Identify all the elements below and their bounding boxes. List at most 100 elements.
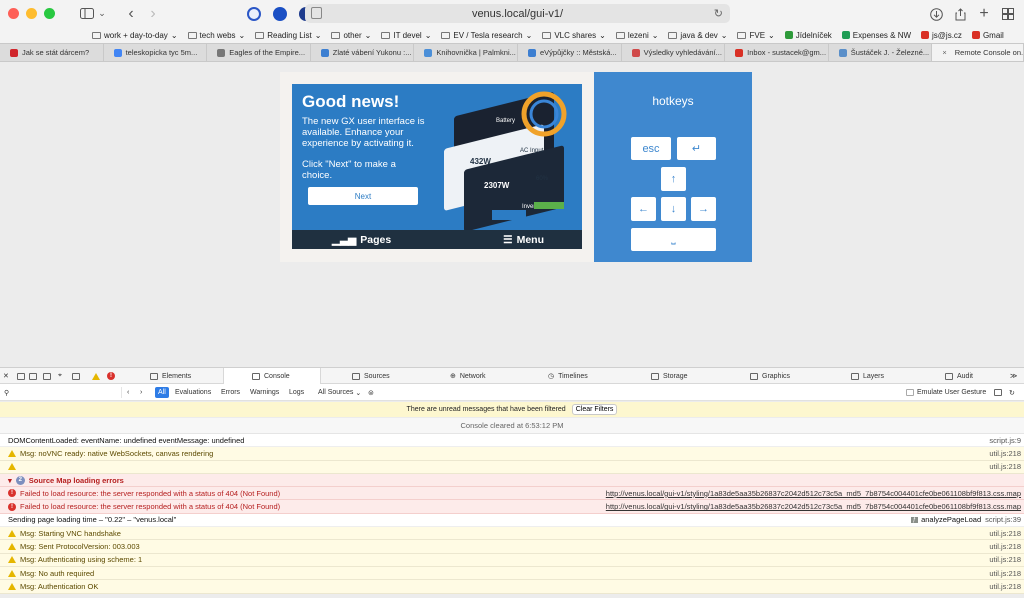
warning-count-icon[interactable] xyxy=(92,368,100,384)
down-key-button[interactable]: ↓ xyxy=(661,197,686,221)
dock-bottom-icon[interactable] xyxy=(17,368,25,384)
downloads-icon[interactable] xyxy=(926,4,946,24)
left-key-button[interactable]: ← xyxy=(631,197,656,221)
space-key-button[interactable]: ⎵ xyxy=(631,228,716,251)
log-source-link[interactable]: http://venus.local/gui-v1/styling/1a83de… xyxy=(606,500,1021,512)
tab-audit[interactable]: Audit xyxy=(945,368,973,384)
log-source-link[interactable]: util.js:218 xyxy=(989,554,1021,566)
filter-input[interactable]: ⚲ xyxy=(4,387,122,398)
undock-icon[interactable] xyxy=(43,368,51,384)
clear-console-icon[interactable]: ↻ xyxy=(1009,387,1015,398)
log-row[interactable]: DOMContentLoaded: eventName: undefined e… xyxy=(0,434,1024,448)
clear-filters-button[interactable]: Clear Filters xyxy=(571,404,618,415)
browser-tab[interactable]: Šustáček J. - Železné... xyxy=(829,44,933,61)
zoom-window-button[interactable] xyxy=(44,8,55,19)
close-tab-icon[interactable]: × xyxy=(942,48,946,57)
browser-tab[interactable]: eVýpůjčky :: Městská... xyxy=(518,44,622,61)
sidebar-toggle-icon[interactable] xyxy=(77,4,97,24)
inspect-target-icon[interactable]: ⌖ xyxy=(58,368,62,384)
function-name[interactable]: analyzePageLoad xyxy=(921,515,981,524)
warning-row[interactable]: Msg: Authentication OK util.js:218 xyxy=(0,580,1024,594)
bookmark-folder[interactable]: lezeni ⌄ xyxy=(615,31,658,40)
error-row[interactable]: ! Failed to load resource: the server res… xyxy=(0,500,1024,514)
error-row[interactable]: ! Failed to load resource: the server res… xyxy=(0,487,1024,501)
tab-storage[interactable]: Storage xyxy=(651,368,688,384)
bookmark-link[interactable]: Expenses & NW xyxy=(841,31,911,40)
tab-network[interactable]: ⊕ Network xyxy=(450,368,486,384)
log-source-link[interactable]: util.js:218 xyxy=(989,461,1021,473)
reload-icon[interactable]: ↻ xyxy=(714,7,723,20)
bookmark-link[interactable]: Gmail xyxy=(971,31,1004,40)
menu-button[interactable]: ☰ Menu xyxy=(503,234,544,246)
bookmark-folder[interactable]: tech webs ⌄ xyxy=(187,31,245,40)
tab-layers[interactable]: Layers xyxy=(851,368,884,384)
tab-elements[interactable]: Elements xyxy=(150,368,191,384)
warning-row[interactable]: Msg: Sent ProtocolVersion: 003.003 util.… xyxy=(0,540,1024,554)
nav-forward-icon[interactable]: › xyxy=(140,387,142,398)
browser-tab-active[interactable]: × Remote Console on... xyxy=(932,44,1024,61)
tab-timelines[interactable]: ◷ Timelines xyxy=(548,368,588,384)
filter-all-button[interactable]: All xyxy=(155,387,169,398)
warning-row[interactable]: Msg: No auth required util.js:218 xyxy=(0,566,1024,581)
browser-tab[interactable]: teleskopicka tyc 5m... xyxy=(104,44,208,61)
log-source-link[interactable]: script.js:9 xyxy=(989,434,1021,446)
minimize-window-button[interactable] xyxy=(26,8,37,19)
disclosure-triangle-icon[interactable]: ▾ xyxy=(8,476,12,485)
log-source-link[interactable]: util.js:218 xyxy=(989,527,1021,539)
forward-button[interactable]: › xyxy=(143,4,163,24)
back-button[interactable]: ‹ xyxy=(121,4,141,24)
close-devtools-icon[interactable]: ✕ xyxy=(3,368,9,384)
log-source-link[interactable]: http://venus.local/gui-v1/styling/1a83de… xyxy=(606,487,1021,499)
esc-key-button[interactable]: esc xyxy=(631,137,671,160)
preserve-log-icon[interactable]: ⊜ xyxy=(368,387,374,398)
bookmark-folder[interactable]: IT devel ⌄ xyxy=(381,31,431,40)
browser-tab[interactable]: Inbox - sustacek@gm... xyxy=(725,44,829,61)
nav-back-icon[interactable]: ‹ xyxy=(127,387,129,398)
bookmark-folder[interactable]: Reading List ⌄ xyxy=(255,31,321,40)
extension-gear-icon[interactable] xyxy=(247,6,261,21)
bookmark-folder[interactable]: EV / Tesla research ⌄ xyxy=(441,31,532,40)
sources-dropdown[interactable]: All Sources ⌄ xyxy=(318,387,361,398)
share-icon[interactable] xyxy=(950,4,970,24)
device-icon[interactable] xyxy=(72,368,80,384)
filter-evaluations-button[interactable]: Evaluations xyxy=(175,387,211,398)
bookmark-folder[interactable]: VLC shares ⌄ xyxy=(542,31,606,40)
close-window-button[interactable] xyxy=(8,8,19,19)
extension-check-icon[interactable] xyxy=(273,6,287,21)
source-file[interactable]: script.js:39 xyxy=(985,515,1021,524)
warning-row[interactable]: Msg: Starting VNC handshake util.js:218 xyxy=(0,527,1024,541)
browser-tab[interactable]: Zlaté vábení Yukonu :... xyxy=(311,44,415,61)
log-source-link[interactable]: util.js:218 xyxy=(989,567,1021,579)
warning-row[interactable]: Msg: noVNC ready: native WebSockets, can… xyxy=(0,447,1024,461)
log-row[interactable]: Sending page loading time – "0.22" – "ve… xyxy=(0,513,1024,528)
up-key-button[interactable]: ↑ xyxy=(661,167,686,191)
warning-row[interactable]: Msg: Authenticating using scheme: 1 util… xyxy=(0,553,1024,567)
console-settings-icon[interactable] xyxy=(994,387,1002,398)
bookmark-folder[interactable]: FVE ⌄ xyxy=(737,31,775,40)
log-source-link[interactable]: util.js:218 xyxy=(989,540,1021,552)
new-tab-icon[interactable]: + xyxy=(974,4,994,24)
browser-tab[interactable]: Jak se stát dárcem? xyxy=(0,44,104,61)
bookmark-folder[interactable]: work + day-to-day ⌄ xyxy=(92,31,178,40)
bookmark-link[interactable]: Jídelníček xyxy=(784,31,832,40)
bookmark-folder[interactable]: other ⌄ xyxy=(331,31,371,40)
more-tabs-icon[interactable]: ≫ xyxy=(1010,368,1017,384)
filter-logs-button[interactable]: Logs xyxy=(289,387,304,398)
chevron-down-icon[interactable]: ⌄ xyxy=(97,4,107,24)
pages-button[interactable]: ▁▃▅ Pages xyxy=(332,234,391,246)
filter-errors-button[interactable]: Errors xyxy=(221,387,240,398)
warning-row[interactable]: util.js:218 xyxy=(0,460,1024,474)
error-count-icon[interactable]: ! xyxy=(107,368,115,384)
right-key-button[interactable]: → xyxy=(691,197,716,221)
next-button[interactable]: Next xyxy=(308,187,418,205)
tab-graphics[interactable]: Graphics xyxy=(750,368,790,384)
browser-tab[interactable]: Knihovnička | Palmkni... xyxy=(414,44,518,61)
dock-side-icon[interactable] xyxy=(29,368,37,384)
log-source-link[interactable]: util.js:218 xyxy=(989,580,1021,592)
bookmark-folder[interactable]: java & dev ⌄ xyxy=(668,31,727,40)
enter-key-button[interactable]: ↵ xyxy=(677,137,716,160)
tab-console[interactable]: Console xyxy=(223,368,321,384)
log-source-link[interactable]: util.js:218 xyxy=(989,447,1021,459)
bookmark-link[interactable]: js@js.cz xyxy=(921,31,962,40)
error-group-row[interactable]: ▾ 2 Source Map loading errors xyxy=(0,473,1024,488)
